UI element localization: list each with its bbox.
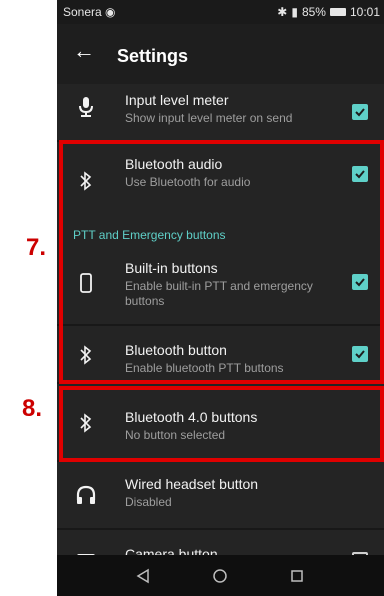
carrier-label: Sonera ◉ — [63, 5, 116, 19]
carrier-name: Sonera — [63, 5, 102, 19]
checkbox-input-level-meter[interactable] — [352, 104, 368, 120]
setting-title: Wired headset button — [125, 476, 259, 492]
setting-wired-headset-button[interactable]: Wired headset button Disabled — [57, 462, 384, 528]
recents-nav-icon[interactable] — [286, 565, 308, 587]
microphone-icon — [75, 96, 97, 118]
carrier-icon: ◉ — [105, 5, 116, 19]
highlight-box-7 — [59, 140, 384, 384]
back-arrow-icon[interactable]: ← — [73, 38, 95, 64]
setting-input-level-meter[interactable]: Input level meter Show input level meter… — [57, 84, 384, 140]
clock: 10:01 — [349, 5, 380, 19]
app-bar: ← Settings — [57, 24, 384, 84]
headphones-icon — [75, 484, 97, 506]
home-nav-icon[interactable] — [209, 565, 231, 587]
bluetooth-status-icon: ✱ — [277, 5, 288, 19]
page-title: Settings — [117, 46, 189, 66]
callout-number-7: 7. — [26, 234, 47, 261]
status-icons: ✱ ▮ 85% 10:01 — [277, 5, 380, 19]
battery-percent: 85% — [301, 5, 326, 19]
setting-subtitle: Show input level meter on send — [125, 111, 293, 125]
back-nav-icon[interactable] — [132, 565, 154, 587]
callout-number-8: 8. — [22, 395, 43, 422]
signal-icon: ▮ — [291, 5, 298, 19]
phone-screen: Sonera ◉ ✱ ▮ 85% 10:01 ← Settings Input … — [57, 0, 384, 596]
highlight-box-8 — [59, 386, 384, 462]
battery-icon — [329, 8, 346, 16]
status-bar: Sonera ◉ ✱ ▮ 85% 10:01 — [57, 0, 384, 24]
setting-subtitle: Disabled — [125, 495, 172, 509]
navigation-bar — [57, 555, 384, 596]
setting-title: Input level meter — [125, 92, 229, 108]
